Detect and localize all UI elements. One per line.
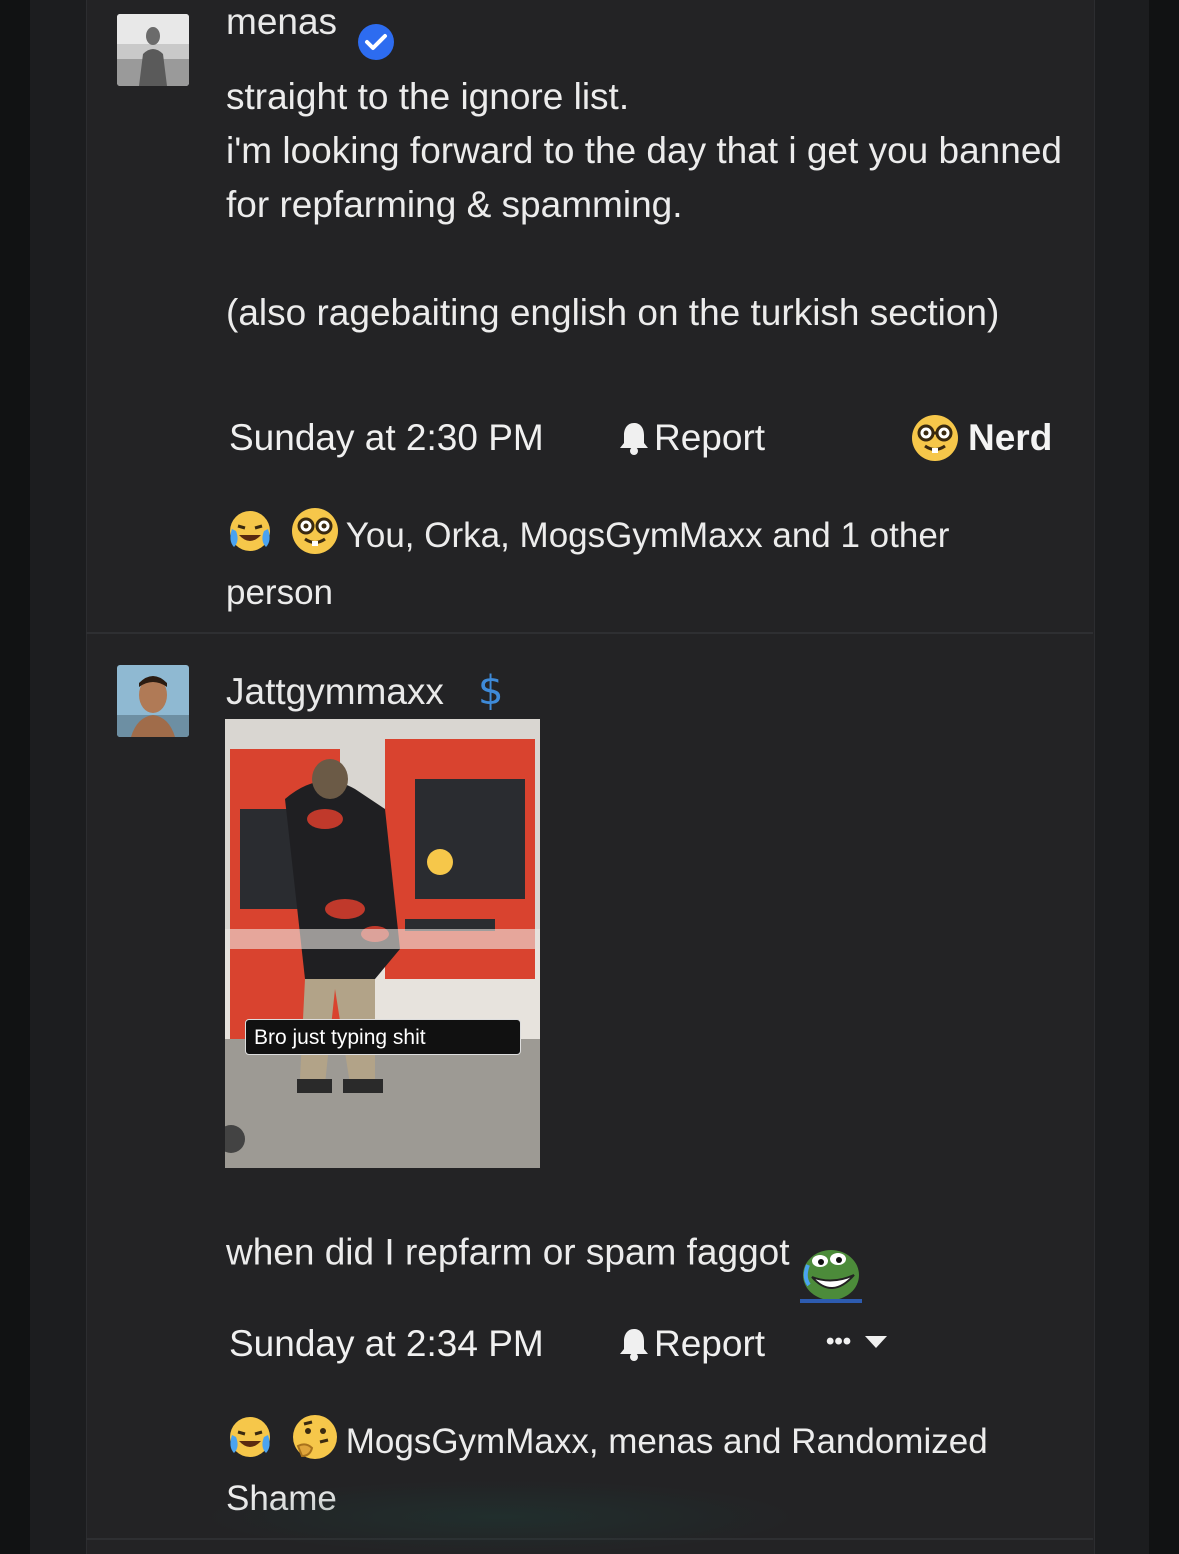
more-options-button[interactable]: ••• bbox=[826, 1328, 889, 1356]
bell-icon bbox=[620, 423, 648, 455]
avatar[interactable] bbox=[117, 665, 189, 737]
crying-laughing-emoji-icon bbox=[226, 1413, 274, 1474]
nerd-reaction-button[interactable]: Nerd bbox=[910, 413, 1052, 463]
nerd-label: Nerd bbox=[968, 417, 1053, 458]
dollar-badge-icon: $ bbox=[478, 668, 504, 714]
post-body-text: when did I repfarm or spam faggot bbox=[226, 1231, 790, 1273]
post-body: straight to the ignore list. i'm looking… bbox=[226, 76, 1062, 333]
report-label: Report bbox=[654, 1323, 766, 1364]
atm-scene-image bbox=[225, 719, 540, 1168]
report-button[interactable]: Report bbox=[618, 1322, 765, 1366]
post-timestamp[interactable]: Sunday at 2:30 PM bbox=[229, 416, 544, 460]
reactions-summary[interactable]: You, Orka, MogsGymMaxx and 1 other perso… bbox=[226, 506, 1046, 617]
avatar[interactable] bbox=[117, 14, 189, 86]
bottom-glow bbox=[200, 1480, 800, 1554]
pepe-laugh-emoji-icon bbox=[799, 1191, 862, 1318]
report-label: Report bbox=[654, 417, 766, 458]
crying-laughing-emoji-icon bbox=[226, 507, 274, 568]
report-button[interactable]: Report bbox=[618, 416, 765, 460]
username[interactable]: menas bbox=[226, 0, 337, 44]
caret-down-icon bbox=[865, 1336, 888, 1348]
post-body: when did I repfarm or spam faggot bbox=[226, 1191, 1086, 1318]
verified-icon bbox=[356, 22, 396, 67]
more-dots-label: ••• bbox=[826, 1328, 852, 1355]
nerd-emoji-icon bbox=[290, 506, 340, 569]
nerd-emoji-icon bbox=[912, 415, 958, 461]
bell-icon bbox=[620, 1329, 648, 1361]
post-timestamp[interactable]: Sunday at 2:34 PM bbox=[229, 1322, 544, 1366]
username[interactable]: Jattgymmaxx bbox=[226, 670, 444, 714]
media-caption: Bro just typing shit bbox=[245, 1019, 521, 1055]
thinking-emoji-icon bbox=[290, 1412, 340, 1475]
media-image[interactable]: Bro just typing shit bbox=[225, 719, 540, 1168]
